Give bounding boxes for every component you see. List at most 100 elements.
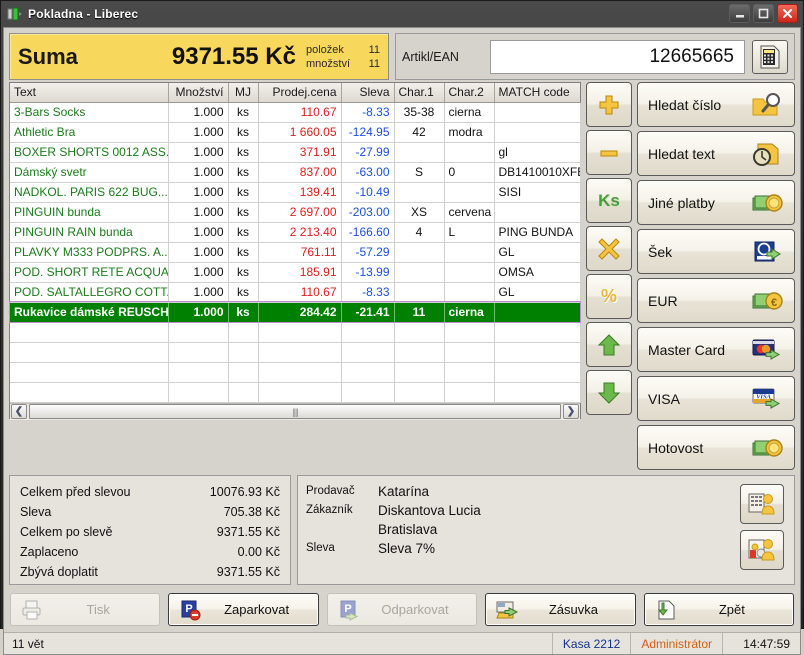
scroll-left-icon[interactable]: ❮ (11, 404, 27, 419)
cell-char1[interactable]: S (394, 162, 445, 183)
cell-mj[interactable]: ks (228, 242, 259, 263)
arrow-down-button[interactable] (586, 370, 632, 415)
cell-char1[interactable] (394, 262, 445, 283)
sek-button[interactable]: Šek (637, 229, 795, 274)
cell-char2[interactable]: cierna (444, 102, 495, 123)
zaparkovat-button[interactable]: P Zaparkovat (168, 593, 319, 626)
col-discount[interactable]: Sleva (341, 83, 395, 103)
cell-discount[interactable]: -13.99 (341, 262, 395, 283)
cell-empty[interactable] (341, 362, 395, 383)
table-row-empty[interactable] (10, 342, 581, 363)
cell-empty[interactable] (444, 362, 495, 383)
cell-empty[interactable] (341, 322, 395, 343)
col-mj[interactable]: MJ (228, 83, 259, 103)
cell-qty[interactable]: 1.000 (168, 142, 229, 163)
cell-char1[interactable] (394, 282, 445, 303)
col-price[interactable]: Prodej.cena (258, 83, 342, 103)
cell-empty[interactable] (394, 322, 445, 343)
cell-price[interactable]: 2 697.00 (258, 202, 342, 223)
cell-match[interactable] (494, 102, 581, 123)
cell-text[interactable]: PINGUIN bunda (10, 202, 169, 223)
cell-char2[interactable] (444, 282, 495, 303)
cell-char1[interactable] (394, 142, 445, 163)
cell-discount[interactable]: -27.99 (341, 142, 395, 163)
scroll-thumb[interactable]: |||| (29, 404, 561, 419)
table-row[interactable]: POD. SHORT RETE ACQUA... 1.000 ks 185.91 -13… (10, 262, 581, 283)
cell-char2[interactable] (444, 142, 495, 163)
cell-char2[interactable]: cierna (444, 302, 495, 323)
cell-empty[interactable] (10, 362, 169, 383)
table-row[interactable]: POD. SALTALLEGRO COTT... 1.000 ks 110.67 -8.… (10, 282, 581, 303)
cell-text[interactable]: Dámský svetr (10, 162, 169, 183)
cell-mj[interactable]: ks (228, 282, 259, 303)
plus-button[interactable] (586, 82, 632, 127)
table-row[interactable]: PLAVKY M333 PODPRS. A... 1.000 ks 761.11 -57… (10, 242, 581, 263)
cell-qty[interactable]: 1.000 (168, 182, 229, 203)
cell-char2[interactable] (444, 182, 495, 203)
table-row-empty[interactable] (10, 382, 581, 403)
hledat-text-button[interactable]: Hledat text (637, 131, 795, 176)
cell-empty[interactable] (494, 382, 581, 403)
cell-char1[interactable] (394, 182, 445, 203)
cell-empty[interactable] (228, 362, 259, 383)
cell-char1[interactable]: XS (394, 202, 445, 223)
cell-empty[interactable] (444, 342, 495, 363)
cell-match[interactable] (494, 122, 581, 143)
cell-qty[interactable]: 1.000 (168, 202, 229, 223)
cell-empty[interactable] (258, 322, 342, 343)
hledat-cislo-button[interactable]: Hledat číslo (637, 82, 795, 127)
cell-text[interactable]: POD. SHORT RETE ACQUA... (10, 262, 169, 283)
cell-mj[interactable]: ks (228, 142, 259, 163)
cell-empty[interactable] (494, 362, 581, 383)
cell-text[interactable]: BOXER SHORTS 0012 ASS... (10, 142, 169, 163)
cell-char2[interactable]: modra (444, 122, 495, 143)
table-row[interactable]: Dámský svetr 1.000 ks 837.00 -63.00 S 0 DB14100… (10, 162, 581, 183)
cell-match[interactable]: gl (494, 142, 581, 163)
cell-match[interactable]: SISI (494, 182, 581, 203)
cell-discount[interactable]: -57.29 (341, 242, 395, 263)
jine-platby-button[interactable]: Jiné platby (637, 180, 795, 225)
cell-price[interactable]: 139.41 (258, 182, 342, 203)
cell-discount[interactable]: -10.49 (341, 182, 395, 203)
cell-char1[interactable] (394, 242, 445, 263)
select-seller-icon[interactable] (740, 484, 784, 524)
col-match[interactable]: MATCH code (494, 83, 580, 103)
cell-empty[interactable] (258, 362, 342, 383)
cell-text[interactable]: POD. SALTALLEGRO COTT... (10, 282, 169, 303)
cell-empty[interactable] (444, 382, 495, 403)
cell-char2[interactable]: cervena (444, 202, 495, 223)
cell-char2[interactable] (444, 262, 495, 283)
cell-char1[interactable]: 42 (394, 122, 445, 143)
cell-char2[interactable]: 0 (444, 162, 495, 183)
maximize-button[interactable] (753, 4, 774, 23)
cell-empty[interactable] (168, 362, 229, 383)
cell-mj[interactable]: ks (228, 122, 259, 143)
cell-qty[interactable]: 1.000 (168, 222, 229, 243)
cell-qty[interactable]: 1.000 (168, 262, 229, 283)
cell-price[interactable]: 110.67 (258, 282, 342, 303)
cell-empty[interactable] (494, 322, 581, 343)
cell-mj[interactable]: ks (228, 102, 259, 123)
table-row[interactable]: Rukavice dámské REUSCH 1.000 ks 284.42 -21.4… (9, 301, 581, 323)
cell-mj[interactable]: ks (228, 302, 259, 323)
cell-qty[interactable]: 1.000 (168, 122, 229, 143)
cell-qty[interactable]: 1.000 (168, 282, 229, 303)
cell-empty[interactable] (494, 342, 581, 363)
calculator-icon[interactable] (752, 39, 788, 74)
cell-char1[interactable]: 4 (394, 222, 445, 243)
eur-button[interactable]: EUR € (637, 278, 795, 323)
cell-price[interactable]: 837.00 (258, 162, 342, 183)
cell-char1[interactable]: 35-38 (394, 102, 445, 123)
table-row[interactable]: Athletic Bra 1.000 ks 1 660.05 -124.95 42 modr… (10, 122, 581, 143)
col-char1[interactable]: Char.1 (394, 83, 445, 103)
cell-mj[interactable]: ks (228, 182, 259, 203)
cell-price[interactable]: 761.11 (258, 242, 342, 263)
cell-match[interactable]: GL (494, 242, 581, 263)
cell-text[interactable]: 3-Bars Socks (10, 102, 169, 123)
minus-button[interactable] (586, 130, 632, 175)
cell-text[interactable]: NADKOL. PARIS 622 BUG... (10, 182, 169, 203)
tisk-button[interactable]: Tisk (10, 593, 161, 626)
cell-price[interactable]: 185.91 (258, 262, 342, 283)
cell-qty[interactable]: 1.000 (168, 102, 229, 123)
cell-discount[interactable]: -124.95 (341, 122, 395, 143)
